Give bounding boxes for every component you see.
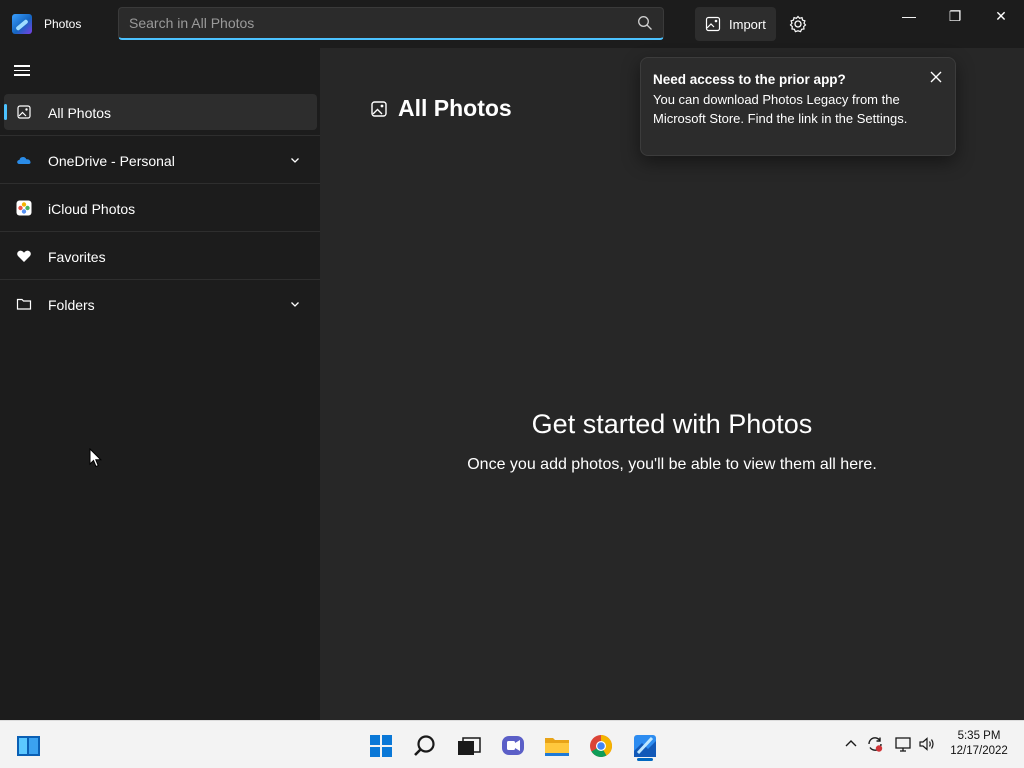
- divider: [0, 279, 320, 280]
- import-label: Import: [729, 17, 766, 32]
- network-icon[interactable]: [894, 735, 912, 753]
- empty-state-subtitle: Once you add photos, you'll be able to v…: [467, 456, 877, 473]
- sidebar-item-label: iCloud Photos: [48, 201, 136, 217]
- settings-gear-icon[interactable]: [786, 10, 810, 38]
- chevron-down-icon[interactable]: [289, 154, 301, 166]
- taskbar: [0, 720, 1024, 768]
- gallery-icon: [17, 105, 31, 119]
- close-icon[interactable]: [929, 70, 943, 84]
- import-icon: [705, 16, 721, 32]
- search-icon[interactable]: [408, 729, 442, 763]
- gallery-icon: [371, 101, 387, 117]
- hamburger-menu-icon[interactable]: [14, 62, 34, 82]
- chat-icon[interactable]: [496, 729, 530, 763]
- page-title: All Photos: [398, 95, 512, 121]
- search-icon[interactable]: [637, 15, 653, 31]
- taskbar-clock[interactable]: 5:35 PM 12/17/2022: [946, 729, 1012, 759]
- photos-app-icon: [12, 14, 32, 34]
- clock-time: 5:35 PM: [957, 730, 1001, 742]
- sidebar-item-label: Favorites: [48, 249, 106, 265]
- sidebar-item-icloud-photos[interactable]: iCloud Photos: [4, 190, 317, 226]
- teaching-tip-body: You can download Photos Legacy from the …: [653, 92, 908, 126]
- divider: [0, 231, 320, 232]
- search-box[interactable]: [118, 7, 664, 40]
- sidebar-item-onedrive[interactable]: OneDrive - Personal: [4, 142, 317, 178]
- close-window-button[interactable]: ✕: [978, 0, 1024, 32]
- sidebar-item-label: Folders: [48, 297, 95, 313]
- sidebar-item-label: OneDrive - Personal: [48, 153, 175, 169]
- empty-state-title: Get started with Photos: [531, 409, 813, 439]
- task-view-icon[interactable]: [452, 729, 486, 763]
- widgets-icon[interactable]: [12, 729, 46, 763]
- photos-app-window: Photos Import — ❐ ✕: [0, 0, 1024, 720]
- icloud-photos-icon: [16, 200, 32, 216]
- divider: [0, 183, 320, 184]
- clock-date: 12/17/2022: [950, 745, 1008, 757]
- start-icon[interactable]: [364, 729, 398, 763]
- file-explorer-icon[interactable]: [540, 729, 574, 763]
- chrome-icon[interactable]: [584, 729, 618, 763]
- chevron-up-icon[interactable]: [842, 735, 860, 753]
- sync-icon[interactable]: [866, 735, 884, 753]
- volume-icon[interactable]: [918, 735, 936, 753]
- heart-icon: [17, 250, 31, 262]
- active-app-indicator: [637, 758, 653, 761]
- chevron-down-icon[interactable]: [289, 298, 301, 310]
- minimize-button[interactable]: —: [886, 0, 932, 32]
- import-button[interactable]: Import: [695, 7, 776, 41]
- sidebar-item-folders[interactable]: Folders: [4, 286, 317, 322]
- folder-icon: [16, 298, 32, 310]
- title-bar: Photos Import — ❐ ✕: [0, 0, 1024, 48]
- sidebar-item-all-photos[interactable]: All Photos: [4, 94, 317, 130]
- sidebar: All Photos OneDrive - Personal iCloud Ph…: [0, 48, 320, 720]
- sidebar-item-favorites[interactable]: Favorites: [4, 238, 317, 274]
- app-title: Photos: [44, 17, 82, 31]
- teaching-tip-title: Need access to the prior app?: [653, 72, 846, 87]
- mouse-cursor-icon: [89, 448, 103, 468]
- sidebar-item-label: All Photos: [48, 105, 112, 121]
- restore-button[interactable]: ❐: [932, 0, 978, 32]
- teaching-tip: Need access to the prior app? You can do…: [640, 57, 956, 156]
- divider: [0, 135, 320, 136]
- onedrive-cloud-icon: [17, 157, 31, 164]
- search-input[interactable]: [129, 13, 619, 33]
